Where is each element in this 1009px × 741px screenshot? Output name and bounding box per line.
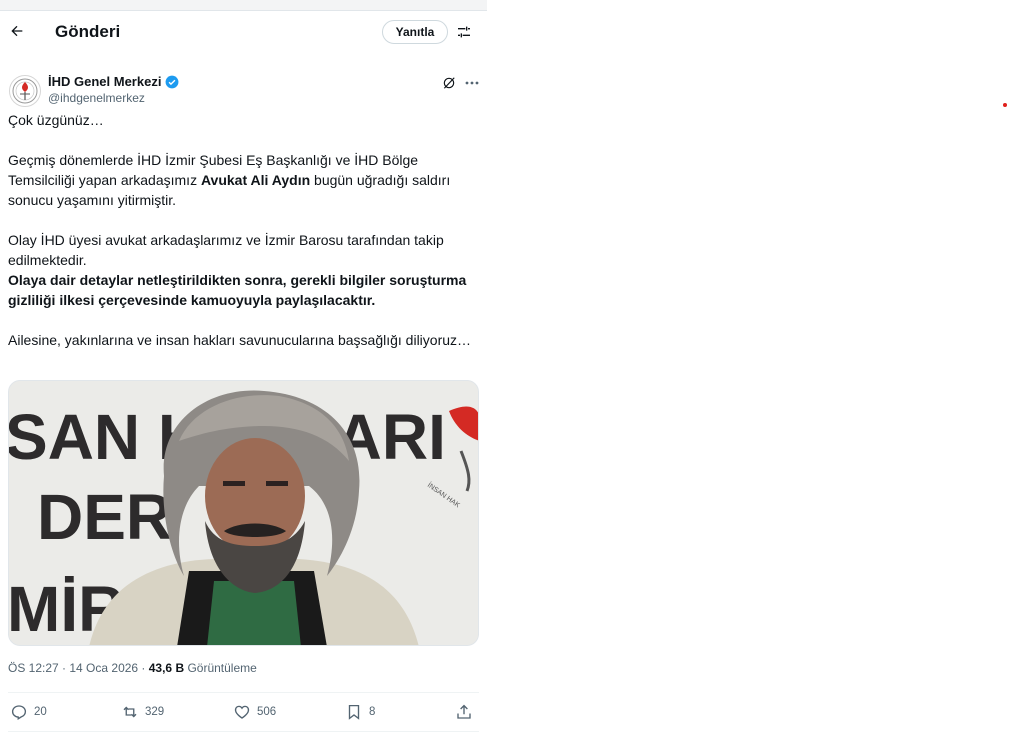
portrait-photo: SAN HAKLARI DER MİR İNSAN HAK: [9, 381, 478, 645]
ihd-logo-icon: [12, 78, 38, 104]
verified-badge-icon: [166, 75, 179, 88]
repost-action[interactable]: 329: [121, 702, 164, 722]
grok-icon[interactable]: [442, 76, 456, 90]
post-paragraph-5: Ailesine, yakınlarına ve insan hakları s…: [8, 332, 472, 348]
bookmark-icon: [348, 704, 360, 720]
post-text: Çok üzgünüz… Geçmiş dönemlerde İHD İzmir…: [8, 110, 484, 350]
adjust-icon[interactable]: [456, 24, 472, 40]
post-meta: ÖS 12:27 · 14 Oca 2026 · 43,6 B Görüntül…: [8, 661, 257, 675]
author-name-row[interactable]: İHD Genel Merkezi: [48, 74, 179, 89]
banner-text-2: DER: [37, 481, 172, 553]
like-count: 506: [257, 706, 277, 718]
arrow-left-icon: [11, 25, 23, 37]
repost-count: 329: [145, 706, 165, 718]
like-action[interactable]: 506: [233, 702, 276, 722]
divider-top: [8, 692, 479, 693]
author-name[interactable]: İHD Genel Merkezi: [48, 74, 161, 89]
post-image[interactable]: SAN HAKLARI DER MİR İNSAN HAK: [8, 380, 479, 646]
post-paragraph-3: Olay İHD üyesi avukat arkadaşlarımız ve …: [8, 232, 444, 268]
post-timestamp[interactable]: ÖS 12:27 · 14 Oca 2026 ·: [8, 661, 149, 675]
post-column: Gönderi Yanıtla İHD Genel Merkezi @ihdge…: [0, 10, 487, 741]
avatar[interactable]: [9, 75, 41, 107]
post-paragraph-1: Çok üzgünüz…: [8, 112, 104, 128]
post-paragraph-2: Geçmiş dönemlerde İHD İzmir Şubesi Eş Ba…: [8, 150, 484, 210]
share-action[interactable]: [455, 702, 479, 722]
red-dot: [1003, 103, 1007, 107]
post-paragraph-4: Olaya dair detaylar netleştirildikten so…: [8, 272, 467, 308]
bookmark-count: 8: [369, 706, 376, 718]
reply-button[interactable]: Yanıtla: [382, 20, 448, 44]
share-icon: [457, 704, 471, 719]
repost-icon: [123, 706, 137, 718]
heart-icon: [234, 705, 250, 719]
reply-icon: [11, 705, 27, 720]
divider-bottom: [8, 731, 479, 732]
author-handle[interactable]: @ihdgenelmerkez: [48, 91, 145, 105]
reply-action[interactable]: 20: [10, 702, 47, 722]
more-options-icon[interactable]: [465, 81, 479, 85]
page-title: Gönderi: [55, 22, 121, 41]
view-count: 43,6 B: [148, 661, 185, 675]
back-button[interactable]: [6, 20, 28, 42]
bookmark-action[interactable]: 8: [345, 702, 375, 722]
post-highlight-name: Avukat Ali Aydın: [200, 172, 311, 188]
view-label: Görüntüleme: [184, 661, 257, 675]
post-header: Gönderi Yanıtla: [0, 10, 487, 54]
reply-count: 20: [34, 706, 47, 718]
